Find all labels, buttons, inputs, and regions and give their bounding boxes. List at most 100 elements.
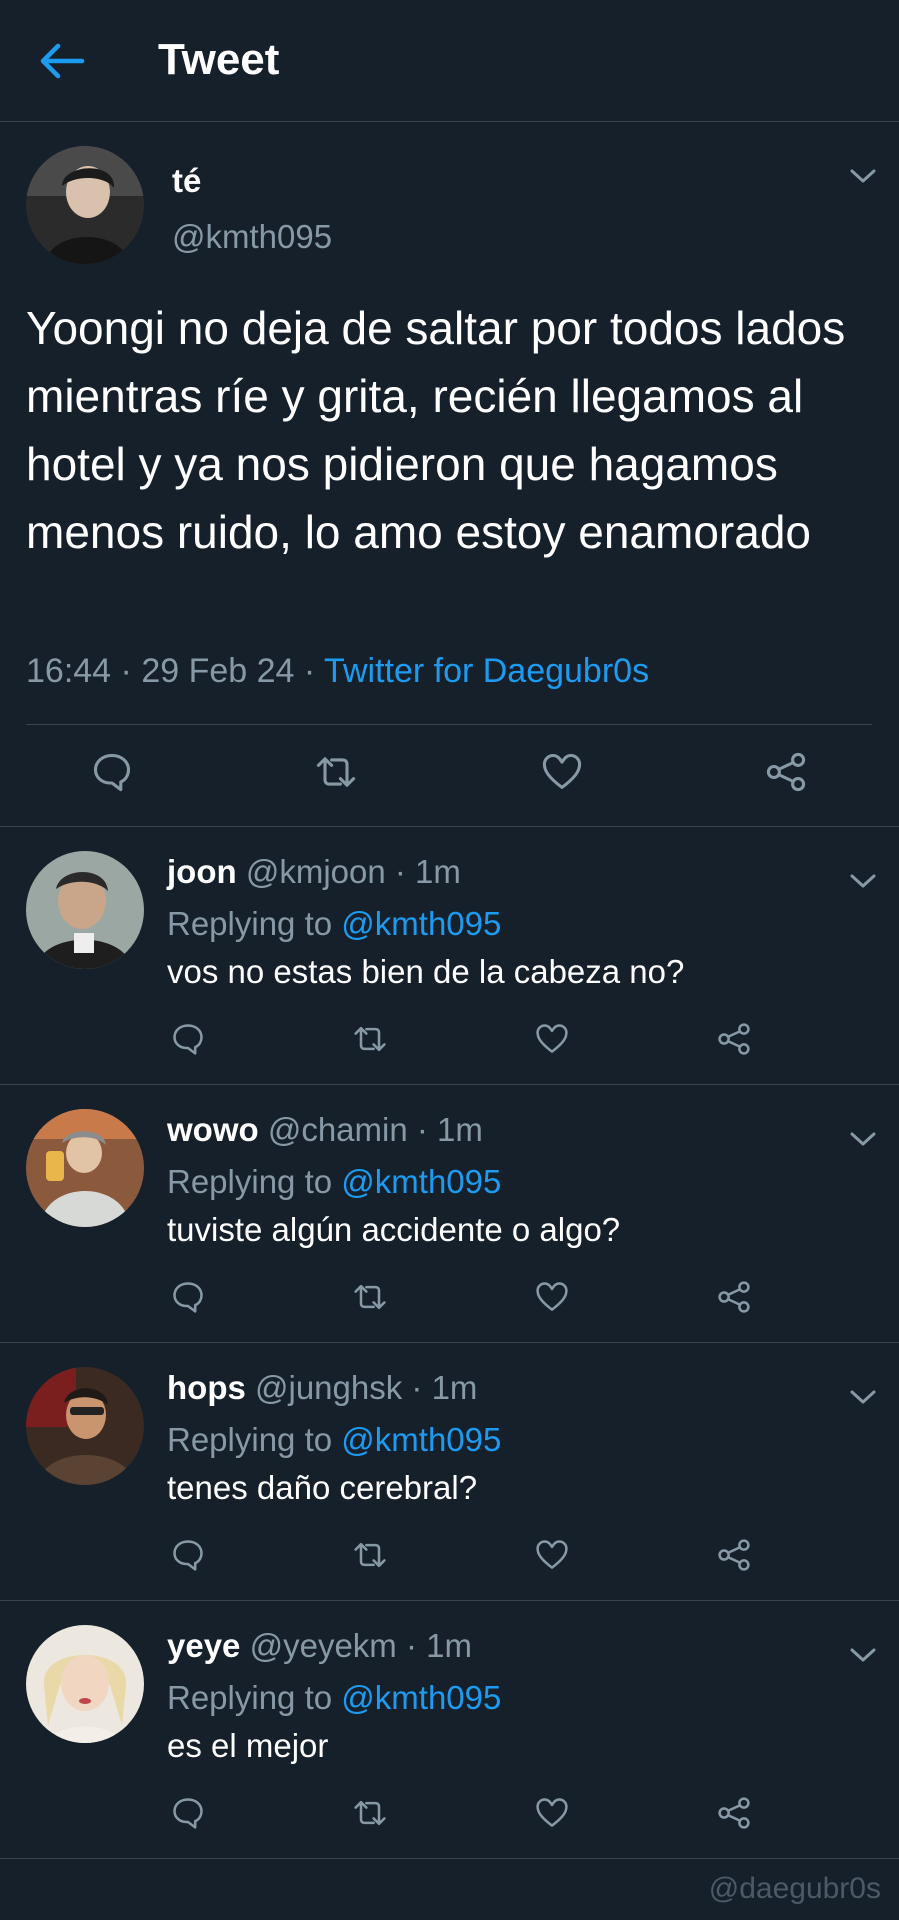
chevron-down-icon: [848, 871, 878, 891]
tweet-source-link[interactable]: Twitter for Daegubr0s: [324, 652, 649, 690]
tweet-options-button[interactable]: [848, 871, 878, 891]
mention-link[interactable]: @kmth095: [341, 1163, 501, 1200]
like-icon: [534, 1795, 570, 1831]
share-button[interactable]: [764, 750, 808, 794]
reply-text: vos no estas bien de la cabeza no?: [167, 953, 685, 990]
chevron-down-icon: [848, 1387, 878, 1407]
avatar[interactable]: [26, 1367, 144, 1485]
retweet-button[interactable]: [352, 1537, 388, 1573]
tweet-options-button[interactable]: [848, 1645, 878, 1665]
avatar-image: [26, 1367, 144, 1485]
display-name[interactable]: joon: [167, 853, 237, 890]
mention-link[interactable]: @kmth095: [341, 1421, 501, 1458]
page-title: Tweet: [158, 35, 280, 84]
avatar-image: [26, 146, 144, 264]
display-name[interactable]: yeye: [167, 1627, 240, 1664]
reply-tweet[interactable]: joon @kmjoon · 1m Replying to @kmth095 v…: [0, 827, 899, 1085]
divider: [26, 724, 872, 725]
reply-button[interactable]: [170, 1537, 206, 1573]
mention-link[interactable]: @kmth095: [341, 1679, 501, 1716]
reply-tweet[interactable]: yeye @yeyekm · 1m Replying to @kmth095 e…: [0, 1601, 899, 1859]
avatar-image: [26, 851, 144, 969]
retweet-button[interactable]: [314, 750, 358, 794]
reply-text: es el mejor: [167, 1727, 329, 1764]
replying-label: Replying to: [167, 1163, 333, 1200]
user-handle[interactable]: @chamin: [268, 1111, 408, 1148]
back-button[interactable]: [36, 38, 86, 84]
retweet-button[interactable]: [352, 1021, 388, 1057]
like-icon: [534, 1537, 570, 1573]
like-button[interactable]: [540, 750, 584, 794]
avatar[interactable]: [26, 851, 144, 969]
reply-time: · 1m: [394, 853, 461, 890]
reply-header: hops @junghsk · 1m: [167, 1369, 477, 1407]
replying-label: Replying to: [167, 1679, 333, 1716]
like-button[interactable]: [534, 1021, 570, 1057]
avatar[interactable]: [26, 146, 144, 264]
reply-header: joon @kmjoon · 1m: [167, 853, 461, 891]
top-bar: Tweet: [0, 0, 899, 122]
reply-icon: [170, 1021, 206, 1057]
retweet-button[interactable]: [352, 1795, 388, 1831]
display-name[interactable]: té: [172, 162, 201, 200]
chevron-down-icon: [848, 1129, 878, 1149]
reply-icon: [170, 1795, 206, 1831]
share-icon: [716, 1537, 752, 1573]
reply-button[interactable]: [170, 1795, 206, 1831]
reply-tweet[interactable]: hops @junghsk · 1m Replying to @kmth095 …: [0, 1343, 899, 1601]
replying-label: Replying to: [167, 905, 333, 942]
like-button[interactable]: [534, 1537, 570, 1573]
reply-button[interactable]: [170, 1279, 206, 1315]
reply-text: tenes daño cerebral?: [167, 1469, 478, 1506]
like-button[interactable]: [534, 1795, 570, 1831]
tweet-time: 16:44: [26, 652, 112, 690]
share-icon: [716, 1021, 752, 1057]
like-button[interactable]: [534, 1279, 570, 1315]
display-name[interactable]: hops: [167, 1369, 246, 1406]
meta-separator: ·: [111, 652, 142, 690]
avatar[interactable]: [26, 1109, 144, 1227]
reply-time: · 1m: [411, 1369, 478, 1406]
mention-link[interactable]: @kmth095: [341, 905, 501, 942]
tweet-meta: 16:44 · 29 Feb 24 · Twitter for Daegubr0…: [26, 652, 649, 691]
reply-icon: [90, 750, 134, 794]
tweet-text: Yoongi no deja de saltar por todos lados…: [26, 302, 846, 558]
reply-button[interactable]: [170, 1021, 206, 1057]
retweet-button[interactable]: [352, 1279, 388, 1315]
reply-icon: [170, 1279, 206, 1315]
avatar-image: [26, 1625, 144, 1743]
like-icon: [534, 1279, 570, 1315]
retweet-icon: [314, 750, 358, 794]
tweet-options-button[interactable]: [848, 166, 878, 186]
watermark: @daegubr0s: [708, 1872, 881, 1905]
share-button[interactable]: [716, 1279, 752, 1315]
reply-header: yeye @yeyekm · 1m: [167, 1627, 472, 1665]
avatar-image: [26, 1109, 144, 1227]
replying-label: Replying to: [167, 1421, 333, 1458]
share-button[interactable]: [716, 1021, 752, 1057]
tweet-options-button[interactable]: [848, 1387, 878, 1407]
share-button[interactable]: [716, 1537, 752, 1573]
user-handle[interactable]: @junghsk: [255, 1369, 402, 1406]
user-handle[interactable]: @yeyekm: [250, 1627, 397, 1664]
user-handle[interactable]: @kmjoon: [246, 853, 386, 890]
tweet-options-button[interactable]: [848, 1129, 878, 1149]
reply-time: · 1m: [405, 1627, 472, 1664]
share-icon: [716, 1279, 752, 1315]
chevron-down-icon: [848, 1645, 878, 1665]
display-name[interactable]: wowo: [167, 1111, 259, 1148]
arrow-left-icon: [40, 43, 85, 79]
user-handle[interactable]: @kmth095: [172, 218, 332, 256]
retweet-icon: [352, 1279, 388, 1315]
reply-icon: [170, 1537, 206, 1573]
share-button[interactable]: [716, 1795, 752, 1831]
avatar[interactable]: [26, 1625, 144, 1743]
replying-to: Replying to @kmth095: [167, 1421, 501, 1459]
reply-header: wowo @chamin · 1m: [167, 1111, 483, 1149]
reply-tweet[interactable]: wowo @chamin · 1m Replying to @kmth095 t…: [0, 1085, 899, 1343]
main-tweet: té @kmth095 Yoongi no deja de saltar por…: [0, 122, 899, 827]
reply-button[interactable]: [90, 750, 134, 794]
reply-time: · 1m: [416, 1111, 483, 1148]
like-icon: [540, 750, 584, 794]
replying-to: Replying to @kmth095: [167, 1163, 501, 1201]
